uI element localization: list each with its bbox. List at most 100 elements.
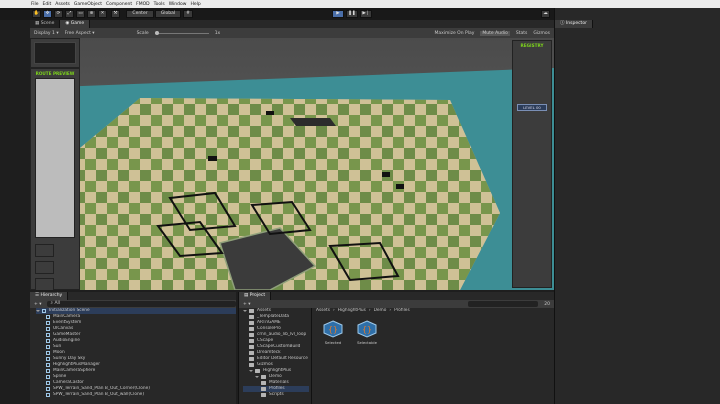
gameobject-icon bbox=[46, 387, 50, 391]
tab-inspector[interactable]: ⓘ Inspector bbox=[555, 20, 593, 28]
scene-tab-strip: ▦ Scene ◉ Game bbox=[30, 20, 554, 28]
tree-row[interactable]: Scripts bbox=[243, 392, 309, 398]
svg-text:{}: {} bbox=[362, 325, 372, 334]
breadcrumb-separator: › bbox=[389, 308, 392, 313]
menu-window[interactable]: Window bbox=[169, 2, 187, 7]
menu-help[interactable]: Help bbox=[190, 2, 200, 7]
gameobject-icon bbox=[46, 345, 50, 349]
editor-tool-icon[interactable]: ⚒ bbox=[111, 10, 120, 18]
gameobject-icon bbox=[46, 363, 50, 367]
asset-tile[interactable]: {} Selectable bbox=[354, 320, 380, 345]
move-tool-icon[interactable]: ✥ bbox=[43, 10, 52, 18]
menu-tools[interactable]: Tools bbox=[154, 2, 165, 7]
level-badge[interactable]: LEVEL 00 bbox=[517, 104, 547, 111]
transform-tool-icon[interactable]: ⊕ bbox=[87, 10, 96, 18]
project-content-area: Assets › HighlightPlus › Demo › Profiles {}… bbox=[311, 308, 555, 404]
aspect-dropdown[interactable]: Free Aspect ▾ bbox=[65, 31, 95, 36]
menu-component[interactable]: Component bbox=[106, 2, 132, 7]
gameobject-icon bbox=[46, 357, 50, 361]
minimap-display bbox=[34, 42, 76, 64]
project-search-input[interactable] bbox=[468, 301, 539, 307]
expand-icon[interactable] bbox=[255, 376, 259, 378]
hierarchy-search-label: All bbox=[54, 301, 61, 306]
folder-icon bbox=[249, 327, 254, 331]
folder-icon bbox=[249, 339, 254, 343]
expand-icon[interactable] bbox=[243, 310, 247, 312]
folder-icon bbox=[249, 315, 254, 319]
gameobject-icon bbox=[46, 369, 50, 373]
mute-audio-toggle[interactable]: Mute Audio bbox=[480, 30, 510, 36]
tab-project[interactable]: ▤ Project bbox=[239, 292, 272, 300]
breadcrumb-separator: › bbox=[368, 308, 371, 313]
gameobject-icon bbox=[46, 393, 50, 397]
breadcrumb-highlightplus[interactable]: HighlightPlus bbox=[338, 308, 366, 314]
pivot-center-toggle[interactable]: Center bbox=[126, 10, 154, 18]
project-toolbar: + ▾ 20 bbox=[239, 300, 554, 308]
folder-icon bbox=[255, 369, 260, 373]
asset-tile-label: Selectable bbox=[357, 340, 377, 345]
scale-tool-icon[interactable]: ⤢ bbox=[65, 10, 74, 18]
display-dropdown[interactable]: Display 1 ▾ bbox=[34, 31, 59, 36]
aspect-label: Free Aspect bbox=[64, 30, 91, 36]
rotate-tool-icon[interactable]: ⟳ bbox=[54, 10, 63, 18]
inspector-title: Inspector bbox=[565, 21, 587, 26]
hand-tool-icon[interactable]: ✋ bbox=[32, 10, 41, 18]
expand-icon[interactable] bbox=[36, 310, 40, 312]
create-dropdown[interactable]: + ▾ bbox=[34, 302, 41, 307]
gameobject-icon bbox=[46, 339, 50, 343]
menu-file[interactable]: File bbox=[31, 2, 39, 7]
registry-panel: REGISTRY LEVEL 00 bbox=[512, 40, 552, 288]
pivot-global-toggle[interactable]: Global bbox=[155, 10, 181, 18]
breadcrumb-profiles[interactable]: Profiles bbox=[394, 308, 410, 314]
menu-assets[interactable]: Assets bbox=[55, 2, 70, 7]
game-viewport[interactable]: ROUTE PREVIEW REGISTRY LEVEL 00 bbox=[30, 38, 554, 290]
folder-icon bbox=[261, 381, 266, 385]
breadcrumb-demo[interactable]: Demo bbox=[374, 308, 387, 314]
scale-label: Scale bbox=[136, 30, 149, 36]
route-slot-1[interactable] bbox=[35, 244, 54, 257]
play-button[interactable]: ▶ bbox=[332, 10, 344, 18]
menu-fmod[interactable]: FMOD bbox=[136, 2, 149, 7]
scale-slider-handle[interactable] bbox=[154, 30, 159, 35]
hierarchy-search-input[interactable]: ⌕ All bbox=[47, 301, 236, 307]
expand-icon[interactable] bbox=[249, 370, 253, 372]
project-panel: ▤ Project + ▾ 20 Assets _TemplateData AR… bbox=[238, 292, 554, 404]
scale-slider[interactable] bbox=[154, 30, 209, 35]
stats-toggle[interactable]: Stats bbox=[516, 31, 528, 36]
breadcrumb-assets[interactable]: Assets bbox=[316, 308, 330, 314]
route-slot-3[interactable] bbox=[35, 278, 54, 290]
scene-icon bbox=[42, 309, 46, 313]
pivot-center-label: Center bbox=[132, 11, 148, 16]
scale-value: 1x bbox=[214, 30, 221, 36]
route-preview-display bbox=[35, 78, 75, 238]
menu-edit[interactable]: Edit bbox=[43, 2, 52, 7]
maximize-on-play-toggle[interactable]: Maximize On Play bbox=[434, 31, 474, 36]
pivot-global-label: Global bbox=[160, 11, 176, 16]
menu-bar: File Edit Assets GameObject Component FM… bbox=[0, 0, 720, 8]
menu-gameobject[interactable]: GameObject bbox=[74, 2, 102, 7]
route-slot-2[interactable] bbox=[35, 261, 54, 274]
grid-snap-icon[interactable]: # bbox=[183, 10, 193, 18]
collab-cloud-icon[interactable]: ☁ bbox=[541, 10, 550, 18]
hierarchy-row[interactable]: SPW_Terrain_Sand_Plan B_Out_wall(Clone) bbox=[36, 392, 236, 398]
folder-icon bbox=[249, 333, 254, 337]
project-folder-tree: Assets _TemplateData ARTnGAME ConsolePro… bbox=[239, 308, 309, 404]
route-preview-title: ROUTE PREVIEW bbox=[35, 71, 75, 76]
gameobject-icon bbox=[46, 321, 50, 325]
tab-hierarchy[interactable]: ☰ Hierarchy bbox=[30, 292, 69, 300]
tab-scene[interactable]: ▦ Scene bbox=[30, 20, 61, 28]
step-button[interactable]: ▶❘ bbox=[360, 10, 372, 18]
rect-tool-icon[interactable]: ▭ bbox=[76, 10, 85, 18]
hierarchy-toolbar: + ▾ ⌕ All bbox=[30, 300, 236, 308]
asset-tile[interactable]: {} Selected bbox=[320, 320, 346, 345]
custom-tool-icon[interactable]: ✕ bbox=[98, 10, 107, 18]
tab-game[interactable]: ◉ Game bbox=[60, 20, 91, 28]
breadcrumb-separator: › bbox=[332, 308, 335, 313]
gizmos-dropdown[interactable]: Gizmos bbox=[533, 31, 550, 36]
registry-title: REGISTRY bbox=[520, 43, 544, 48]
folder-icon bbox=[249, 309, 254, 313]
folder-icon bbox=[261, 375, 266, 379]
inspector-panel: ⓘ Inspector bbox=[554, 8, 720, 404]
pause-button[interactable]: ❚❚ bbox=[346, 10, 358, 18]
project-create-dropdown[interactable]: + ▾ bbox=[243, 302, 250, 307]
